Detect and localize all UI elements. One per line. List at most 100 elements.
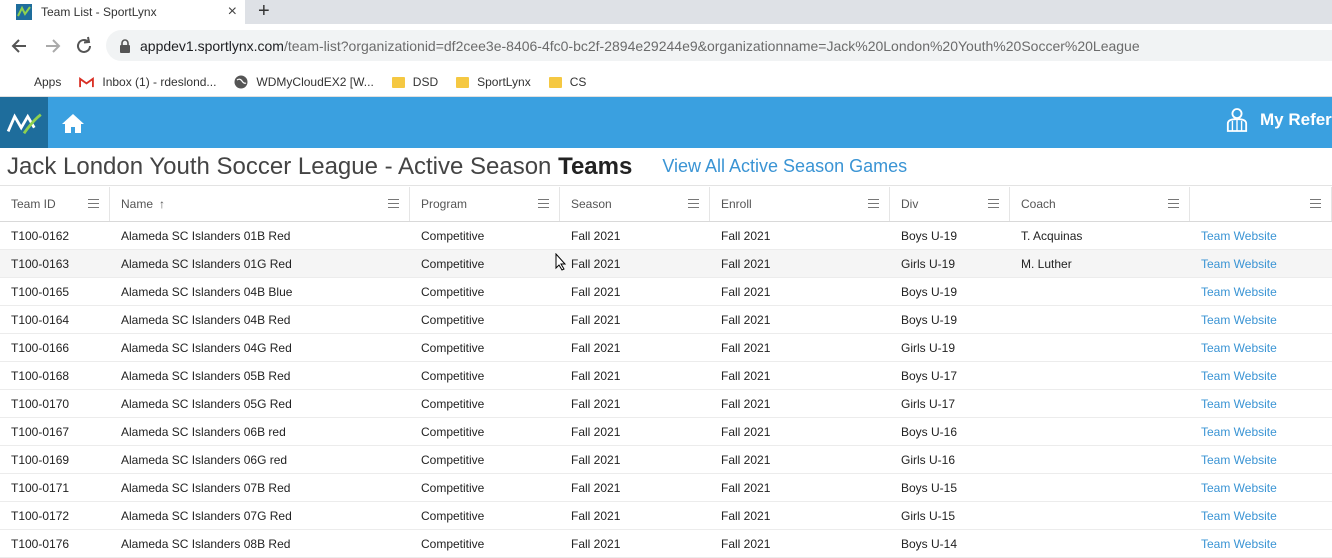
cell-team-id: T100-0170 [11,396,70,411]
tab-close-icon[interactable]: × [228,3,237,21]
cell-program: Competitive [421,480,485,495]
column-header-coach[interactable]: Coach [1010,187,1190,221]
cell-program: Competitive [421,508,485,523]
team-website-link[interactable]: Team Website [1190,341,1332,355]
column-menu-icon[interactable] [868,199,879,208]
column-header-team-id[interactable]: Team ID [0,187,110,221]
cell-program: Competitive [421,284,485,299]
bookmark-dsd[interactable]: DSD [391,75,439,89]
table-row[interactable]: T100-0168 Alameda SC Islanders 05B Red Com… [0,362,1332,390]
column-header-label: Name [121,197,154,211]
team-website-link[interactable]: Team Website [1190,257,1332,271]
app-header: My Refere [0,97,1332,148]
cell-enroll: Fall 2021 [721,312,771,327]
cell-div: Boys U-17 [901,368,958,383]
table-row[interactable]: T100-0164 Alameda SC Islanders 04B Red Com… [0,306,1332,334]
folder-icon [548,76,562,88]
cell-team-id: T100-0162 [11,228,70,243]
table-row[interactable]: T100-0171 Alameda SC Islanders 07B Red Com… [0,474,1332,502]
column-header-season[interactable]: Season [560,187,710,221]
view-all-games-link[interactable]: View All Active Season Games [662,156,907,177]
cell-name: Alameda SC Islanders 04G Red [121,340,292,355]
home-icon[interactable] [58,110,88,136]
cell-enroll: Fall 2021 [721,396,771,411]
column-header-name[interactable]: Name ↑ [110,187,410,221]
cell-season: Fall 2021 [571,312,621,327]
team-website-link[interactable]: Team Website [1190,313,1332,327]
bookmark-label: Apps [34,75,62,89]
gmail-icon [79,76,95,87]
back-icon[interactable] [9,35,31,57]
cell-program: Competitive [421,368,485,383]
cell-enroll: Fall 2021 [721,368,771,383]
bookmark-inbox[interactable]: Inbox (1) - rdeslond... [79,75,216,89]
column-menu-icon[interactable] [988,199,999,208]
team-website-link[interactable]: Team Website [1190,397,1332,411]
bookmark-label: SportLynx [477,75,531,89]
cell-season: Fall 2021 [571,368,621,383]
user-label: My Refere [1260,110,1332,129]
sort-ascending-icon: ↑ [159,197,166,211]
cell-season: Fall 2021 [571,508,621,523]
team-website-link[interactable]: Team Website [1190,453,1332,467]
column-menu-icon[interactable] [538,199,549,208]
cell-name: Alameda SC Islanders 04B Blue [121,284,293,299]
cell-name: Alameda SC Islanders 07B Red [121,480,291,495]
url-input[interactable]: appdev1.sportlynx.com/team-list?organiza… [106,30,1332,61]
team-website-link[interactable]: Team Website [1190,285,1332,299]
cell-div: Girls U-15 [901,508,956,523]
table-row[interactable]: T100-0170 Alameda SC Islanders 05G Red Com… [0,390,1332,418]
column-header-enroll[interactable]: Enroll [710,187,890,221]
folder-icon [456,76,470,88]
user-menu[interactable]: My Refere [1226,107,1332,133]
cell-season: Fall 2021 [571,284,621,299]
reload-icon[interactable] [73,35,95,57]
new-tab-icon[interactable]: + [258,0,270,22]
cell-team-id: T100-0165 [11,284,70,299]
column-menu-icon[interactable] [88,199,99,208]
folder-icon [391,76,405,88]
cell-name: Alameda SC Islanders 01G Red [121,256,292,271]
bookmark-wdmycloud[interactable]: WDMyCloudEX2 [W... [234,75,374,89]
team-website-link[interactable]: Team Website [1190,509,1332,523]
team-website-link[interactable]: Team Website [1190,537,1332,551]
table-row[interactable]: T100-0167 Alameda SC Islanders 06B red Com… [0,418,1332,446]
column-menu-icon[interactable] [688,199,699,208]
bookmark-label: DSD [412,75,439,89]
cell-div: Boys U-19 [901,228,958,243]
team-website-link[interactable]: Team Website [1190,481,1332,495]
table-row[interactable]: T100-0162 Alameda SC Islanders 01B Red Com… [0,222,1332,250]
cell-name: Alameda SC Islanders 08B Red [121,536,291,551]
table-row[interactable]: T100-0165 Alameda SC Islanders 04B Blue Co… [0,278,1332,306]
cell-season: Fall 2021 [571,480,621,495]
tab-title: Team List - SportLynx [41,5,157,19]
column-menu-icon[interactable] [1168,199,1179,208]
bookmark-sportlynx[interactable]: SportLynx [456,75,531,89]
table-row[interactable]: T100-0172 Alameda SC Islanders 07G Red Com… [0,502,1332,530]
team-website-link[interactable]: Team Website [1190,369,1332,383]
table-row[interactable]: T100-0163 Alameda SC Islanders 01G Red Com… [0,250,1332,278]
bookmark-apps[interactable]: Apps [12,75,61,89]
team-website-link[interactable]: Team Website [1190,425,1332,439]
column-menu-icon[interactable] [1310,199,1321,208]
cell-name: Alameda SC Islanders 05G Red [121,396,292,411]
browser-tab[interactable]: Team List - SportLynx × [0,0,245,24]
column-header-actions[interactable] [1190,187,1332,221]
cell-enroll: Fall 2021 [721,424,771,439]
sportlynx-logo[interactable] [0,97,48,148]
cell-program: Competitive [421,452,485,467]
team-website-link[interactable]: Team Website [1190,229,1332,243]
team-grid: Team ID Name ↑ Program Season Enroll Div Coach … [0,187,1332,558]
bookmark-cs[interactable]: CS [548,75,586,89]
table-row[interactable]: T100-0169 Alameda SC Islanders 06G red Com… [0,446,1332,474]
cell-enroll: Fall 2021 [721,228,771,243]
column-header-program[interactable]: Program [410,187,560,221]
cell-team-id: T100-0166 [11,340,70,355]
column-header-div[interactable]: Div [890,187,1010,221]
table-row[interactable]: T100-0176 Alameda SC Islanders 08B Red Com… [0,530,1332,558]
cell-div: Boys U-14 [901,536,958,551]
column-menu-icon[interactable] [388,199,399,208]
table-row[interactable]: T100-0166 Alameda SC Islanders 04G Red Com… [0,334,1332,362]
column-header-label: Team ID [11,197,56,211]
forward-icon[interactable] [41,35,63,57]
